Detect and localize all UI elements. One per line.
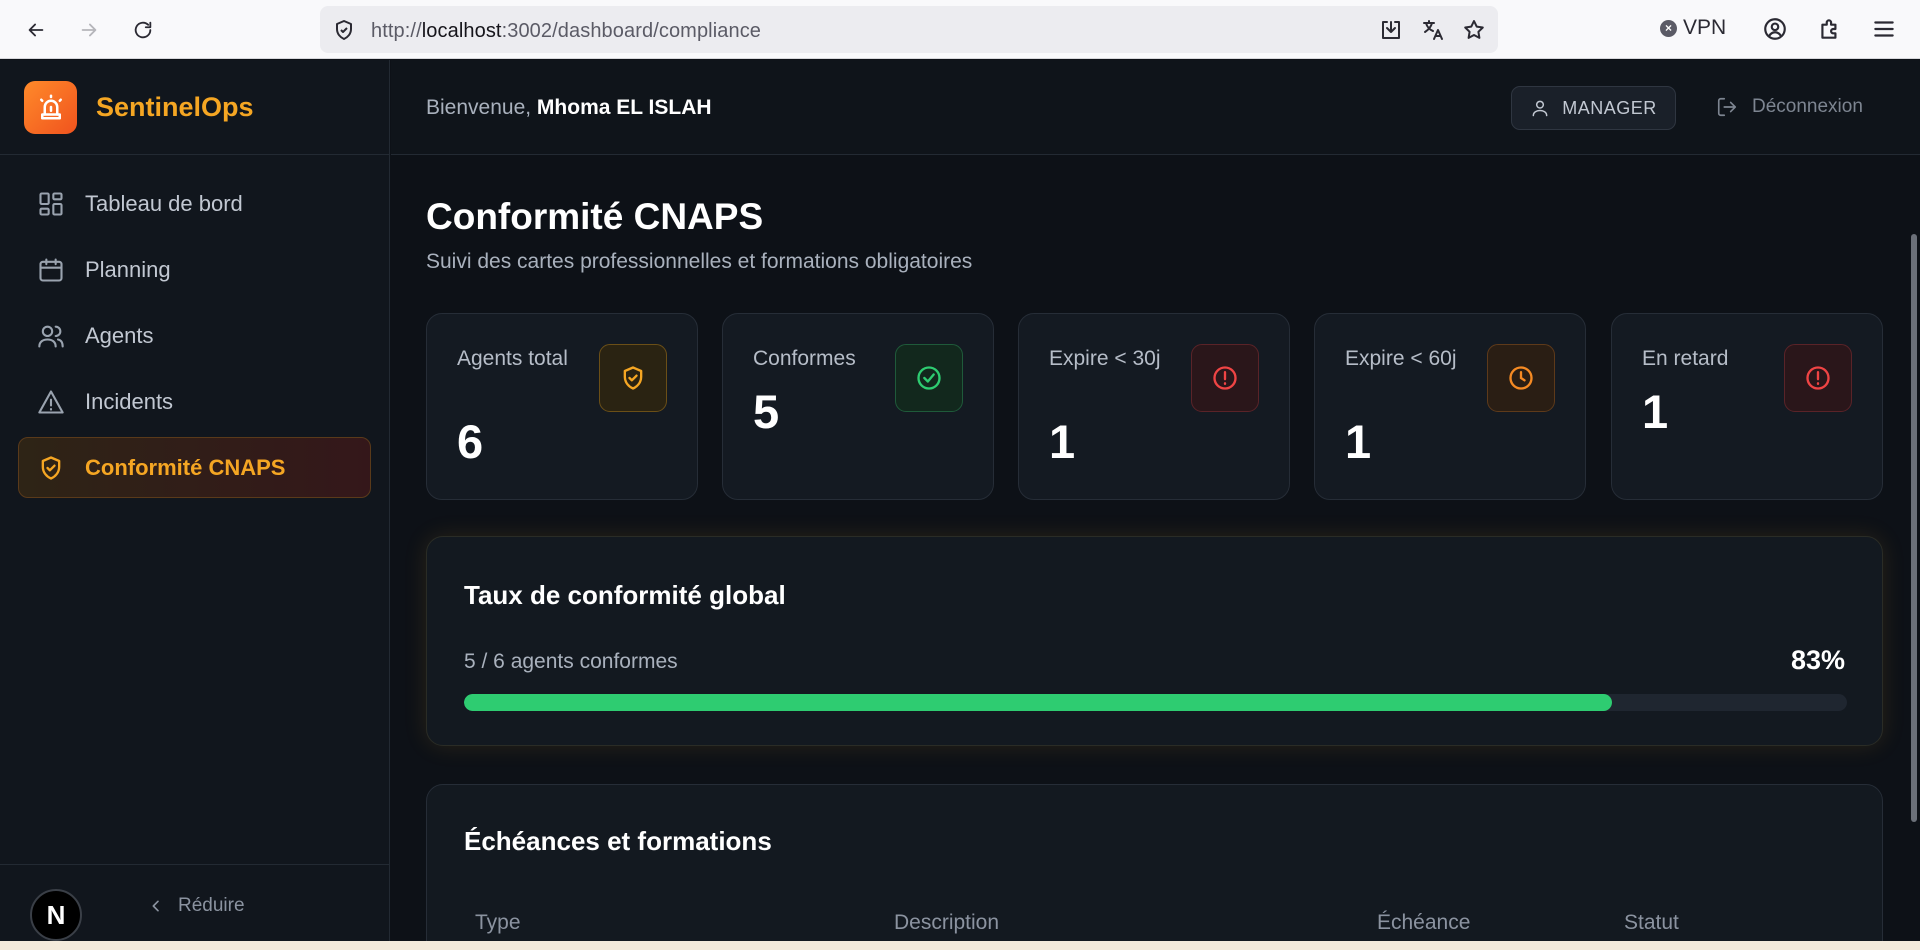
stat-card-overdue: En retard 1 <box>1611 313 1883 500</box>
stat-label: Conformes <box>753 347 856 370</box>
deadlines-title: Échéances et formations <box>464 826 772 856</box>
table-header-deadline[interactable]: Échéance <box>1377 911 1470 935</box>
sidebar-item-planning[interactable]: Planning <box>18 239 371 300</box>
chevron-left-icon <box>152 900 159 912</box>
sidebar-item-label: Planning <box>85 256 171 282</box>
sidebar-item-label: Tableau de bord <box>85 190 243 216</box>
sidebar-item-incidents[interactable]: Incidents <box>18 371 371 432</box>
vpn-off-icon: × <box>1660 19 1677 37</box>
sidebar: SentinelOps Tableau de bord Planning Age… <box>0 60 390 950</box>
deadlines-card: Échéances et formations Type Description… <box>426 784 1883 950</box>
user-icon <box>1532 100 1548 117</box>
tracking-shield-icon[interactable] <box>332 18 356 42</box>
compliance-progress-bar <box>464 694 1847 711</box>
sidebar-item-label: Agents <box>85 322 154 348</box>
role-button[interactable]: MANAGER <box>1511 86 1676 130</box>
calendar-icon <box>39 257 63 282</box>
stat-label: Expire < 60j <box>1345 347 1457 370</box>
collapse-label: Réduire <box>178 895 245 916</box>
logout-label: Déconnexion <box>1752 96 1863 117</box>
stat-card-expire-60: Expire < 60j 1 <box>1314 313 1586 500</box>
vpn-button[interactable]: × VPN <box>1660 16 1726 40</box>
sidebar-item-agents[interactable]: Agents <box>18 305 371 366</box>
sidebar-nav: Tableau de bord Planning Agents Incident… <box>0 155 389 521</box>
stat-value: 5 <box>753 385 780 438</box>
shield-check-icon <box>41 455 61 480</box>
stat-label: En retard <box>1642 347 1729 370</box>
logout-button[interactable]: Déconnexion <box>1716 96 1863 118</box>
alert-circle-icon <box>1784 344 1852 412</box>
stat-value: 1 <box>1049 415 1076 468</box>
welcome-message: Bienvenue, Mhoma EL ISLAH <box>426 96 712 119</box>
compliance-rate-card: Taux de conformité global 5 / 6 agents c… <box>426 536 1883 746</box>
users-icon <box>38 325 64 348</box>
sidebar-item-dashboard[interactable]: Tableau de bord <box>18 173 371 234</box>
arrow-left-icon <box>28 23 44 37</box>
scrollbar[interactable] <box>1911 234 1917 822</box>
sidebar-item-label: Incidents <box>85 388 174 414</box>
url-text[interactable]: http://localhost:3002/dashboard/complian… <box>371 20 761 43</box>
compliance-rate-percent: 83% <box>1790 645 1845 675</box>
brand-name: SentinelOps <box>96 91 254 122</box>
stat-card-compliant: Conformes 5 <box>722 313 994 500</box>
table-header-status[interactable]: Statut <box>1624 911 1679 935</box>
user-name: Mhoma EL ISLAH <box>536 96 712 119</box>
sidebar-item-label: Conformité CNAPS <box>85 454 286 480</box>
compliance-progress-fill <box>464 694 1612 711</box>
forward-button[interactable] <box>71 12 107 48</box>
account-icon[interactable] <box>1762 16 1788 42</box>
menu-icon[interactable] <box>1871 16 1897 42</box>
stat-value: 6 <box>457 415 484 468</box>
framework-badge[interactable]: N <box>30 889 82 941</box>
logout-icon <box>1717 97 1737 117</box>
stat-value: 1 <box>1642 385 1669 438</box>
stat-value: 1 <box>1345 415 1372 468</box>
clock-icon <box>1487 344 1555 412</box>
warning-triangle-icon <box>38 389 64 414</box>
arrow-right-icon <box>81 23 97 37</box>
stat-label: Agents total <box>457 347 568 370</box>
siren-icon <box>24 80 77 134</box>
brand[interactable]: SentinelOps <box>0 60 389 155</box>
alert-circle-icon <box>1191 344 1259 412</box>
main-content: Conformité CNAPS Suivi des cartes profes… <box>391 156 1920 950</box>
translate-icon[interactable] <box>1421 18 1445 42</box>
shield-check-icon <box>599 344 667 412</box>
browser-toolbar: http://localhost:3002/dashboard/complian… <box>0 0 1920 59</box>
bookmark-star-icon[interactable] <box>1462 18 1486 42</box>
download-icon[interactable] <box>1379 18 1403 42</box>
dashboard-grid-icon <box>39 191 63 216</box>
role-label: MANAGER <box>1562 97 1657 118</box>
table-header-type[interactable]: Type <box>475 911 521 935</box>
sidebar-item-compliance[interactable]: Conformité CNAPS <box>18 437 371 498</box>
vpn-label: VPN <box>1683 16 1727 39</box>
stat-card-total-agents: Agents total 6 <box>426 313 698 500</box>
compliance-rate-title: Taux de conformité global <box>464 580 786 610</box>
stat-label: Expire < 30j <box>1049 347 1161 370</box>
extensions-icon[interactable] <box>1817 16 1843 42</box>
back-button[interactable] <box>18 12 54 48</box>
table-header-description[interactable]: Description <box>894 911 999 935</box>
address-bar[interactable]: http://localhost:3002/dashboard/complian… <box>320 6 1498 53</box>
reload-button[interactable] <box>125 12 161 48</box>
topbar: Bienvenue, Mhoma EL ISLAH MANAGER Déconn… <box>391 60 1920 155</box>
sidebar-footer: N Réduire <box>0 864 389 950</box>
stat-card-expire-30: Expire < 30j 1 <box>1018 313 1290 500</box>
compliance-rate-summary: 5 / 6 agents conformes <box>464 650 678 673</box>
window-bottom-edge <box>0 941 1920 950</box>
reload-icon <box>134 21 152 39</box>
collapse-sidebar-button[interactable]: Réduire <box>148 895 245 917</box>
page-title: Conformité CNAPS <box>426 196 764 237</box>
page-subtitle: Suivi des cartes professionnelles et for… <box>426 250 973 273</box>
check-circle-icon <box>895 344 963 412</box>
